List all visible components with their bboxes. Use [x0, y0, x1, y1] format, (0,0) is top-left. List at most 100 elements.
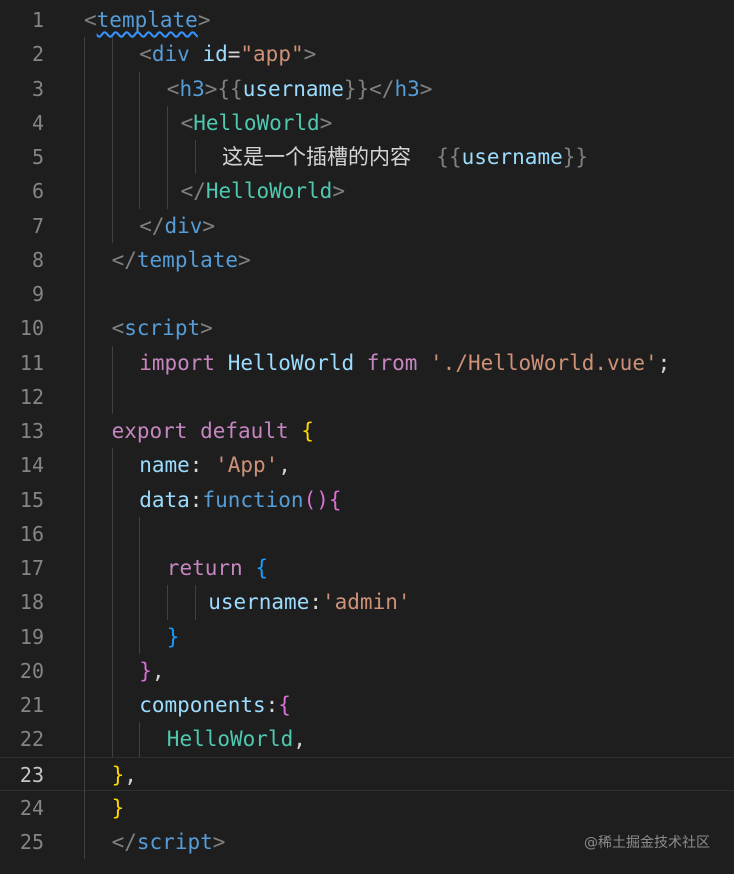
code-token: }: [111, 762, 125, 787]
line-code: </script>: [112, 825, 226, 859]
code-line[interactable]: 12: [0, 380, 734, 414]
code-line[interactable]: 14 name: 'App',: [0, 448, 734, 482]
code-line[interactable]: 7 </div>: [0, 209, 734, 243]
code-line[interactable]: 16: [0, 517, 734, 551]
code-token: </: [139, 213, 165, 238]
indent-guide: [139, 516, 140, 654]
code-token: username: [208, 590, 310, 615]
code-token: import: [139, 350, 216, 375]
line-code: name: 'App',: [139, 448, 291, 482]
code-line[interactable]: 20},: [0, 654, 734, 688]
indent-guide: [112, 37, 113, 243]
code-line[interactable]: 9: [0, 277, 734, 311]
code-line[interactable]: 1 <template>: [0, 3, 734, 37]
code-token: :: [189, 487, 203, 512]
line-code: HelloWorld,: [167, 722, 306, 756]
code-token: }}: [562, 145, 589, 169]
code-token: username: [242, 76, 344, 101]
code-token: template: [136, 247, 239, 272]
code-line[interactable]: 5 这是一个插槽的内容 {{username}}: [0, 140, 734, 174]
code-token: =: [227, 42, 241, 67]
code-token: <: [139, 42, 152, 67]
code-token: >: [332, 179, 345, 204]
code-token: {: [328, 487, 342, 512]
code-token: './HelloWorld.vue': [430, 350, 658, 375]
watermark-text: @稀土掘金技术社区: [584, 835, 710, 851]
indent-guide: [112, 448, 113, 757]
line-code: </div>: [139, 209, 215, 243]
code-token: >: [303, 42, 317, 67]
code-line[interactable]: 15 data:function(){: [0, 483, 734, 517]
code-line[interactable]: 23},: [0, 756, 734, 791]
line-number: 9: [31, 282, 44, 306]
line-number: 10: [19, 316, 44, 341]
code-line[interactable]: 3 <h3>{{username}}</h3>: [0, 72, 734, 106]
code-line[interactable]: 11 import HelloWorld from './HelloWorld.v…: [0, 346, 734, 380]
code-token: <: [180, 110, 194, 135]
line-number: 6: [31, 179, 44, 204]
line-number: 12: [19, 384, 44, 409]
code-token: HelloWorld: [193, 110, 320, 135]
code-line[interactable]: 2 <div id="app">: [0, 37, 734, 71]
line-number: 5: [31, 145, 44, 169]
code-token: >: [238, 247, 251, 272]
code-token: 这是一个插槽的内容: [222, 145, 437, 169]
code-token: {{: [217, 76, 243, 101]
line-number: 24: [19, 795, 44, 820]
line-code: import HelloWorld from './HelloWorld.vue…: [139, 346, 670, 380]
code-line[interactable]: 8 </template>: [0, 243, 734, 277]
code-token: </: [369, 76, 395, 101]
line-number: 18: [19, 590, 44, 615]
code-token: return: [166, 556, 243, 580]
line-code: <script>: [112, 311, 213, 345]
line-number: 1: [31, 8, 44, 32]
line-code: <HelloWorld>: [181, 106, 333, 140]
code-token: username: [461, 145, 563, 169]
code-token: ,: [124, 762, 137, 787]
code-line[interactable]: 6 </HelloWorld>: [0, 174, 734, 208]
code-line[interactable]: 19}: [0, 620, 734, 654]
code-token: >: [202, 213, 216, 238]
code-token: (): [303, 487, 329, 512]
line-code: 这是一个插槽的内容 {{username}}: [222, 140, 588, 174]
indent-guide: [167, 105, 168, 209]
code-token: }: [139, 658, 152, 683]
code-line[interactable]: 13 export default {: [0, 414, 734, 448]
code-token: h3: [394, 76, 420, 101]
indent-guide: [112, 345, 113, 414]
line-number: 4: [31, 110, 44, 135]
line-code: },: [139, 654, 164, 688]
line-code: return {: [167, 551, 268, 585]
code-token: "app": [240, 42, 304, 67]
code-token: div: [164, 213, 203, 238]
code-token: >: [204, 76, 218, 101]
code-line[interactable]: 21 components:{: [0, 688, 734, 722]
code-token: }: [111, 795, 125, 820]
line-number: 13: [19, 419, 44, 443]
code-line[interactable]: 17 return {: [0, 551, 734, 585]
line-number: 14: [19, 453, 44, 478]
code-token: </: [111, 247, 137, 272]
code-line[interactable]: 4 <HelloWorld>: [0, 106, 734, 140]
code-token: >: [200, 316, 213, 341]
code-token: function: [202, 487, 304, 512]
code-token: >: [319, 110, 333, 135]
code-token: name: [139, 453, 190, 478]
code-line[interactable]: 10 <script>: [0, 311, 734, 345]
indent-guide: [139, 71, 140, 209]
indent-guide: [195, 140, 196, 175]
code-token: HelloWorld: [227, 350, 355, 375]
line-number: 22: [19, 727, 44, 752]
code-line[interactable]: 18 username:'admin': [0, 585, 734, 619]
line-code: </HelloWorld>: [181, 174, 345, 208]
code-line[interactable]: 22 HelloWorld,: [0, 722, 734, 756]
code-editor[interactable]: 1 <template> 2 <div id="app"> 3 <h3>{{usernam…: [0, 3, 734, 859]
code-token: ,: [278, 453, 291, 478]
line-code: <template>: [84, 3, 210, 37]
code-line[interactable]: 24}: [0, 791, 734, 825]
indent-guide: [195, 585, 196, 620]
